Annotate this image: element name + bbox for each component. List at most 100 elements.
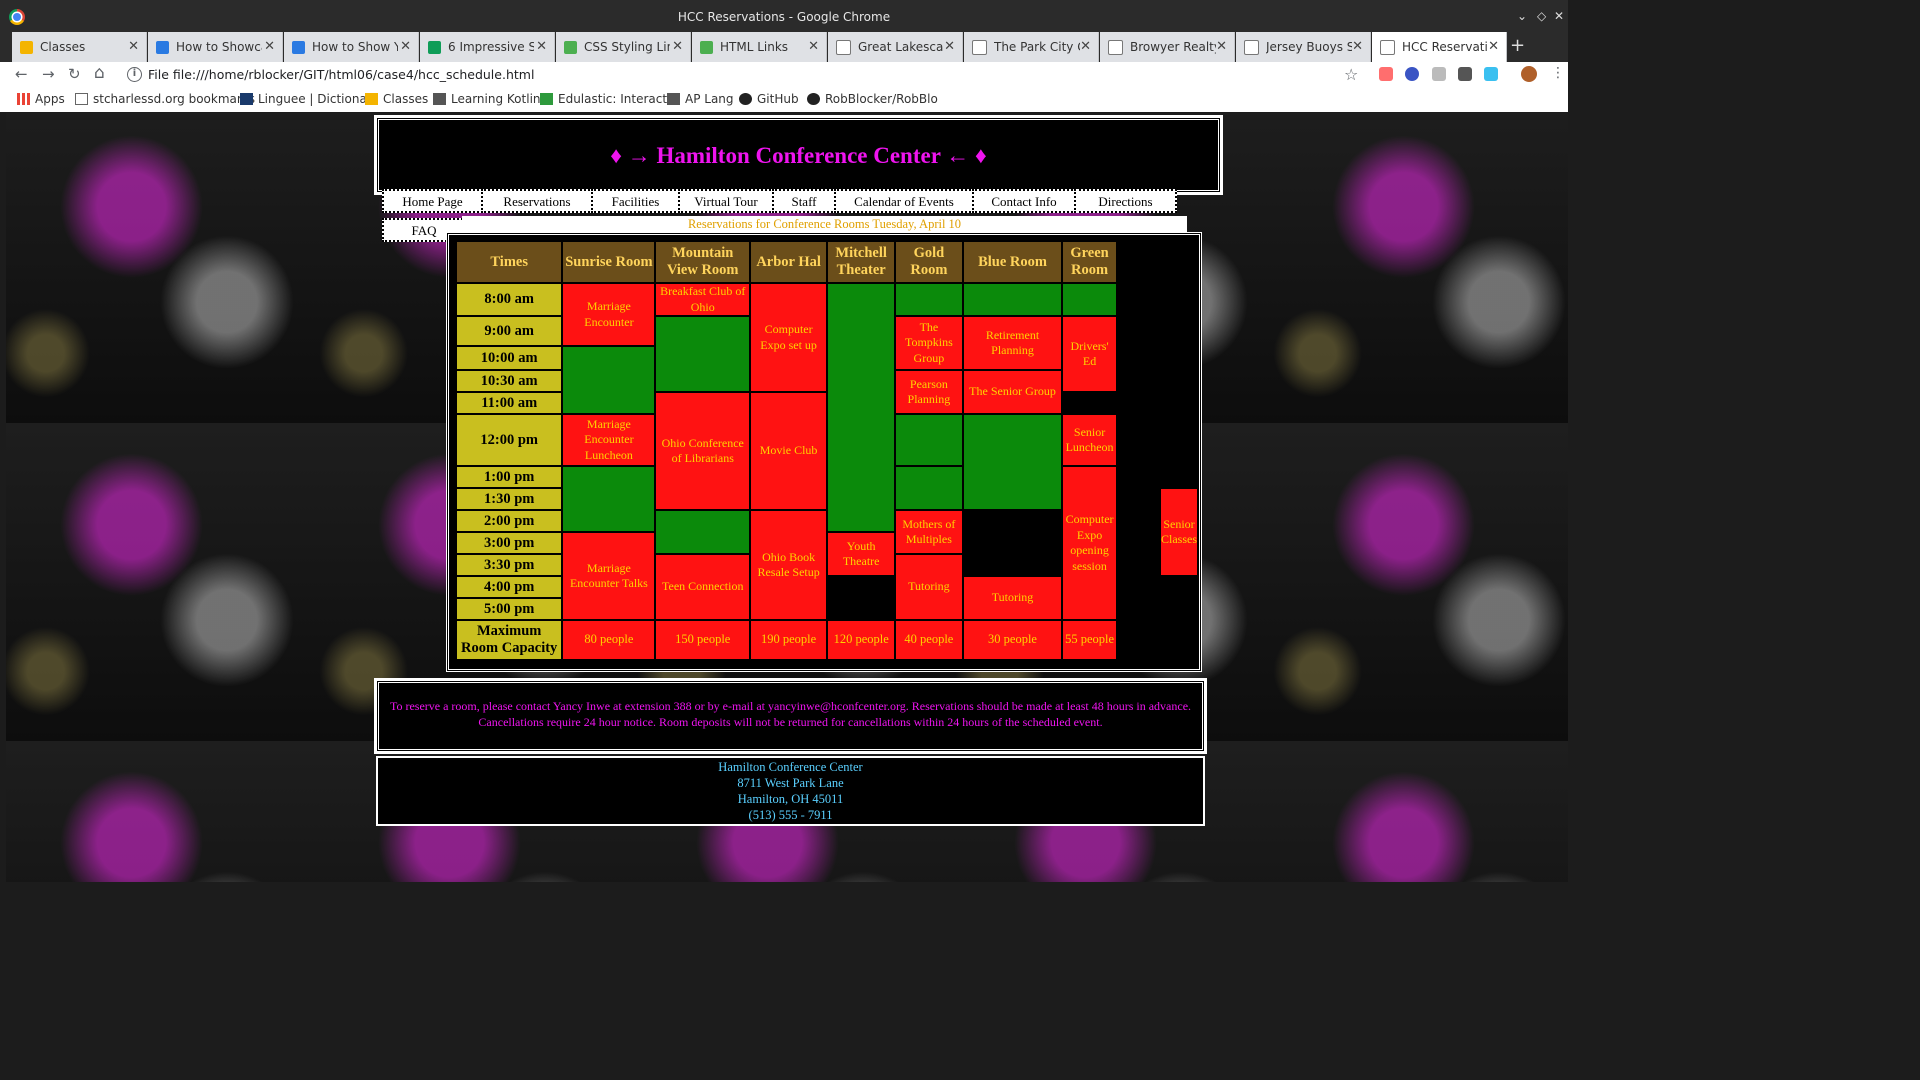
nav-directions[interactable]: Directions [1074,189,1177,213]
bookmark-linguee[interactable]: Linguee | Dictiona [240,92,367,106]
maximize-icon[interactable]: ◇ [1537,9,1546,23]
tab-impressive-skills[interactable]: 6 Impressive Skil✕ [420,32,555,62]
nav-virtual-tour[interactable]: Virtual Tour [678,189,774,213]
extension-icon[interactable] [1458,67,1472,81]
nav-contact-info[interactable]: Contact Info [972,189,1076,213]
tab-browyer-realty[interactable]: Browyer Realty ✕ [1100,32,1235,62]
close-icon[interactable]: ✕ [264,39,275,54]
file-tab-icon [836,39,851,55]
bookmark-label: AP Lang [685,92,734,106]
capacity-cell: 190 people [751,621,827,659]
bookmark-label: Apps [35,92,65,106]
menu-icon[interactable]: ⋮ [1551,65,1565,81]
back-icon[interactable]: ← [15,65,28,83]
folder-icon [75,93,88,105]
reservation-cell: Movie Club [751,393,827,509]
reservation-cell: Senior Classes [1161,489,1197,575]
close-icon[interactable]: ✕ [1216,39,1227,54]
reservation-cell: Marriage Encounter Talks [563,533,655,619]
tab-html-links[interactable]: HTML Links ✕ [692,32,827,62]
reservation-cell: The Senior Group [963,371,1062,413]
file-tab-icon [972,39,987,55]
close-icon[interactable]: ✕ [1080,39,1091,54]
bookmark-edulastic[interactable]: Edulastic: Interacti [540,92,670,106]
tab-label: Classes [40,40,86,54]
tab-jersey-buoys[interactable]: Jersey Buoys Sur✕ [1236,32,1371,62]
profile-avatar[interactable] [1521,66,1537,82]
page-footer: Hamilton Conference Center 8711 West Par… [376,756,1205,826]
reservation-cell: The Tompkins Group [896,317,962,369]
reload-icon[interactable]: ↻ [68,65,81,83]
bookmark-classes[interactable]: Classes [365,92,428,106]
close-icon[interactable]: ✕ [1488,39,1499,54]
nav-home-page[interactable]: Home Page [382,189,483,213]
site-info-icon[interactable]: i [127,67,142,82]
footer-name: Hamilton Conference Center [718,760,863,774]
column-header-green: Green Room [1063,242,1116,282]
bookmark-github[interactable]: GitHub [739,92,799,106]
tab-park-city[interactable]: The Park City Ga✕ [964,32,1099,62]
page-viewport: ♦ → Hamilton Conference Center ← ♦ Home … [6,113,1568,882]
close-icon[interactable]: ✕ [944,39,955,54]
extension-icon[interactable] [1379,67,1393,81]
close-icon[interactable]: ✕ [1352,39,1363,54]
tab-how-to-showcase[interactable]: How to Showcase✕ [148,32,283,62]
tab-hcc-reservations[interactable]: HCC Reservation✕ [1372,32,1507,62]
w3-tab-icon [564,40,577,54]
bookmark-apps[interactable]: Apps [17,92,65,106]
bookmark-label: GitHub [757,92,799,106]
new-tab-icon[interactable]: + [1510,35,1525,56]
capacity-cell: 120 people [828,621,895,659]
bookmark-robblocker[interactable]: RobBlocker/RobBlo [807,92,938,106]
empty-cell [1117,467,1159,597]
reservations-table: Times Sunrise Room Mountain View Room Ar… [455,240,1199,661]
page-header: ♦ → Hamilton Conference Center ← ♦ [374,115,1223,195]
open-cell [963,415,1062,509]
bookmark-stcharlessd[interactable]: stcharlessd.org bookmarks [75,92,255,106]
footer-phone: (513) 555 - 7911 [748,808,833,822]
reservation-cell: Breakfast Club of Ohio [656,284,750,315]
tab-how-to-show[interactable]: How to Show Yo ✕ [284,32,419,62]
tab-label: The Park City Ga [994,40,1080,54]
tab-label: Great Lakescape [858,40,944,54]
home-icon[interactable]: ⌂ [94,63,105,83]
classes-tab-icon [20,40,33,54]
nav-staff[interactable]: Staff [772,189,836,213]
minimize-icon[interactable]: ⌄ [1517,9,1527,23]
extension-icon[interactable] [1405,67,1419,81]
time-slot: 1:30 pm [457,489,562,509]
bookmark-learning-kotlin[interactable]: Learning Kotlin [433,92,541,106]
browser-toolbar: ← → ↻ ⌂ i File file:///home/rblocker/GIT… [0,62,1568,89]
close-icon[interactable]: ✕ [672,39,683,54]
time-slot: 3:30 pm [457,555,562,575]
open-cell [896,415,962,465]
open-cell [656,317,750,391]
address-bar[interactable]: File file:///home/rblocker/GIT/html06/ca… [148,67,534,82]
extension-icon[interactable] [1484,67,1498,81]
bookmark-label: stcharlessd.org bookmarks [93,92,256,106]
close-icon[interactable]: ✕ [808,39,819,54]
reservation-cell: Drivers' Ed [1063,317,1116,391]
nav-facilities[interactable]: Facilities [591,189,680,213]
close-window-icon[interactable]: ✕ [1554,9,1564,23]
close-icon[interactable]: ✕ [400,39,411,54]
nav-calendar-of-events[interactable]: Calendar of Events [834,189,974,213]
close-icon[interactable]: ✕ [536,39,547,54]
file-tab-icon [1108,39,1123,55]
footer-street: 8711 West Park Lane [737,776,844,790]
close-icon[interactable]: ✕ [128,39,139,54]
bookmark-star-icon[interactable]: ☆ [1344,65,1358,84]
nav-reservations[interactable]: Reservations [481,189,593,213]
github-icon [807,93,820,105]
tab-classes[interactable]: Classes ✕ [12,32,147,62]
tab-great-lakescape[interactable]: Great Lakescape✕ [828,32,963,62]
forward-icon[interactable]: → [42,65,55,83]
extension-icon[interactable] [1432,67,1446,81]
tab-label: How to Show Yo [312,40,398,54]
time-slot: 8:00 am [457,284,562,315]
tab-label: Jersey Buoys Sur [1266,40,1352,54]
column-header-times: Times [457,242,562,282]
tab-css-styling-links[interactable]: CSS Styling Links✕ [556,32,691,62]
bookmark-ap-lang[interactable]: AP Lang [667,92,734,106]
capacity-cell: 80 people [563,621,655,659]
